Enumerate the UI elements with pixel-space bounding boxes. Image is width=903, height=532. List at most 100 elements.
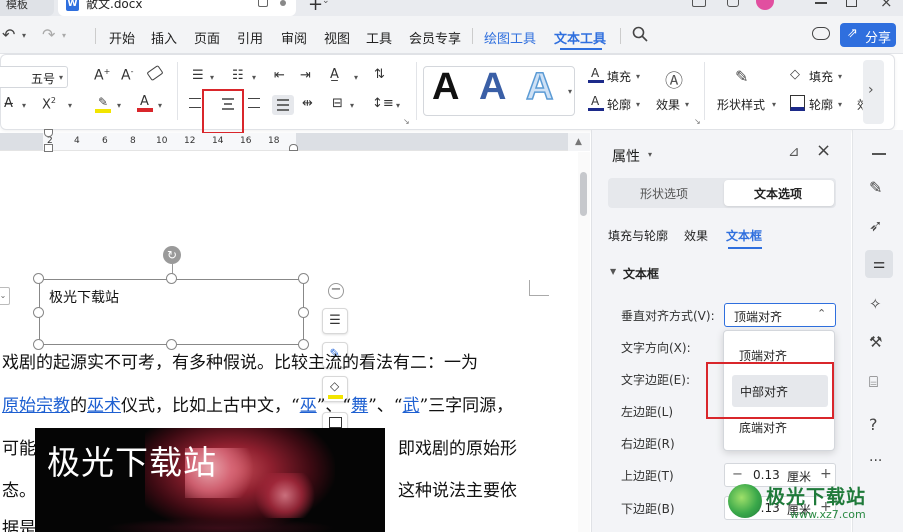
shape-fill-label[interactable]: 填充 bbox=[809, 68, 833, 85]
line-spacing-icon[interactable]: ↕≡ bbox=[372, 96, 394, 111]
shape-outline-label[interactable]: 轮廓 bbox=[809, 96, 833, 113]
vertical-align-select[interactable]: 顶端对齐 ⌃ bbox=[724, 303, 836, 327]
chevron-down-icon[interactable]: ⌄ bbox=[322, 0, 330, 6]
top-margin-value[interactable]: 0.13 bbox=[753, 468, 780, 482]
chevron-down-icon[interactable]: ▾ bbox=[838, 100, 842, 109]
pin-icon[interactable]: ⊿ bbox=[788, 144, 800, 160]
align-left-icon[interactable] bbox=[189, 98, 201, 108]
window-icon[interactable] bbox=[692, 0, 706, 7]
shape-outline-icon[interactable] bbox=[790, 95, 805, 111]
link-primitive-religion[interactable]: 原始宗教 bbox=[2, 396, 70, 416]
art-style-black[interactable]: A bbox=[432, 66, 459, 109]
chevron-down-icon[interactable]: ▾ bbox=[396, 101, 400, 110]
font-size-select[interactable]: 五号 ▾ bbox=[0, 66, 68, 88]
option-bottom-align[interactable]: 底端对齐 bbox=[739, 419, 787, 436]
chevron-down-icon[interactable]: ▾ bbox=[636, 100, 640, 109]
chevron-down-icon[interactable]: ▾ bbox=[117, 101, 121, 110]
columns-icon[interactable]: ⊟ bbox=[332, 96, 343, 111]
text-settings-icon[interactable]: ↘ bbox=[694, 117, 701, 126]
grow-font-icon[interactable]: A+ bbox=[94, 67, 110, 84]
chevron-down-icon[interactable]: ▾ bbox=[350, 101, 354, 110]
chevron-down-icon[interactable]: ▾ bbox=[354, 73, 358, 82]
text-outline-icon[interactable]: A bbox=[588, 94, 604, 112]
shape-style-icon[interactable]: ✎ bbox=[735, 67, 748, 86]
text-effect-label[interactable]: 效果 bbox=[656, 96, 680, 113]
close-window-icon[interactable]: × bbox=[880, 0, 893, 11]
more-icon[interactable]: ··· bbox=[869, 453, 889, 473]
inline-image[interactable]: 极光下载站 bbox=[35, 428, 385, 532]
chevron-down-icon[interactable]: ▾ bbox=[772, 100, 776, 109]
chevron-down-icon[interactable]: ▾ bbox=[158, 101, 162, 110]
chevron-down-icon[interactable]: ▾ bbox=[68, 101, 72, 110]
shrink-font-icon[interactable]: A- bbox=[121, 67, 133, 84]
panel-title[interactable]: 属性 bbox=[612, 146, 640, 166]
chevron-down-icon[interactable]: ▾ bbox=[252, 73, 256, 82]
decrement-icon[interactable]: − bbox=[732, 467, 743, 482]
increment-icon[interactable]: + bbox=[820, 466, 832, 482]
resize-handle[interactable] bbox=[298, 273, 309, 284]
link-dance[interactable]: 舞 bbox=[351, 396, 368, 416]
tab-home[interactable]: 模板 bbox=[0, 0, 54, 16]
wrap-text-button[interactable]: ☰ bbox=[322, 308, 348, 334]
text-fill-label[interactable]: 填充 bbox=[607, 68, 631, 85]
shape-style-label[interactable]: 形状样式 bbox=[717, 96, 765, 113]
redo-icon[interactable]: ↷ bbox=[42, 25, 55, 44]
justify-button[interactable] bbox=[272, 95, 294, 115]
new-tab-icon[interactable]: + bbox=[308, 0, 323, 15]
cloud-icon[interactable] bbox=[812, 27, 830, 40]
menu-member[interactable]: 会员专享 bbox=[409, 28, 461, 47]
tab-document[interactable]: W 散文.docx bbox=[58, 0, 296, 16]
scrollbar-thumb[interactable] bbox=[580, 172, 587, 216]
undo-icon[interactable]: ↶ bbox=[2, 25, 15, 44]
right-indent-marker-icon[interactable] bbox=[289, 144, 298, 151]
ribbon-scroll-right[interactable]: › bbox=[863, 60, 884, 124]
chevron-down-icon[interactable]: ▾ bbox=[22, 101, 26, 110]
tab-shape-options[interactable]: 形状选项 bbox=[640, 185, 688, 202]
link-wu[interactable]: 巫 bbox=[300, 396, 317, 416]
scroll-up-icon[interactable]: ▲ bbox=[575, 137, 582, 147]
tab-text-options[interactable]: 文本选项 bbox=[724, 180, 834, 206]
text-outline-label[interactable]: 轮廓 bbox=[607, 96, 631, 113]
menu-insert[interactable]: 插入 bbox=[151, 28, 177, 47]
section-collapse-icon[interactable]: ▼ bbox=[610, 267, 616, 276]
tools-icon[interactable]: ⚒ bbox=[869, 333, 889, 353]
pen-icon[interactable]: ✎ bbox=[869, 178, 889, 198]
rotate-handle-icon[interactable]: ↻ bbox=[163, 246, 181, 264]
vertical-scrollbar[interactable] bbox=[578, 152, 590, 532]
minimize-icon[interactable] bbox=[815, 2, 827, 4]
chevron-down-icon[interactable]: ▾ bbox=[210, 73, 214, 82]
cube-icon[interactable] bbox=[727, 0, 739, 7]
art-style-blue[interactable]: A bbox=[479, 66, 506, 109]
maximize-icon[interactable] bbox=[846, 0, 857, 7]
link-martial[interactable]: 武 bbox=[402, 396, 419, 416]
restore-icon[interactable] bbox=[258, 0, 268, 7]
redo-dropdown-icon[interactable]: ▾ bbox=[62, 31, 66, 40]
font-color-icon[interactable]: A bbox=[137, 94, 153, 112]
book-icon[interactable]: ⌸ bbox=[869, 373, 889, 393]
cursor-icon[interactable]: ➶ bbox=[869, 216, 889, 236]
menu-view[interactable]: 视图 bbox=[324, 28, 350, 47]
search-icon[interactable] bbox=[632, 26, 648, 42]
subtab-effect[interactable]: 效果 bbox=[684, 227, 708, 244]
numbered-list-icon[interactable]: ☷ bbox=[232, 68, 244, 83]
menu-text-tools[interactable]: 文本工具 bbox=[554, 28, 606, 47]
menu-review[interactable]: 审阅 bbox=[281, 28, 307, 47]
chevron-down-icon[interactable]: ▾ bbox=[636, 72, 640, 81]
properties-sidebar-button[interactable]: ⚌ bbox=[865, 250, 893, 278]
subtab-fill-outline[interactable]: 填充与轮廓 bbox=[608, 227, 668, 244]
resize-handle[interactable] bbox=[33, 307, 44, 318]
close-panel-icon[interactable]: × bbox=[816, 140, 831, 161]
char-spacing-icon[interactable]: A̲ bbox=[330, 67, 339, 82]
indent-marker-icon[interactable] bbox=[44, 129, 53, 137]
avatar[interactable] bbox=[756, 0, 774, 10]
menu-tools[interactable]: 工具 bbox=[366, 28, 392, 47]
outdent-icon[interactable]: ⇤ bbox=[274, 68, 285, 83]
distribute-icon[interactable]: ⇹ bbox=[302, 96, 313, 111]
align-right-icon[interactable] bbox=[248, 98, 260, 108]
menu-start[interactable]: 开始 bbox=[109, 28, 135, 47]
chevron-down-icon[interactable]: ▾ bbox=[648, 150, 652, 159]
gallery-more-icon[interactable]: ▾ bbox=[568, 87, 572, 96]
superscript-icon[interactable]: X2 bbox=[42, 96, 56, 112]
paragraph-settings-icon[interactable]: ↘ bbox=[403, 117, 410, 126]
selected-textbox[interactable]: 极光下载站 bbox=[39, 279, 304, 345]
